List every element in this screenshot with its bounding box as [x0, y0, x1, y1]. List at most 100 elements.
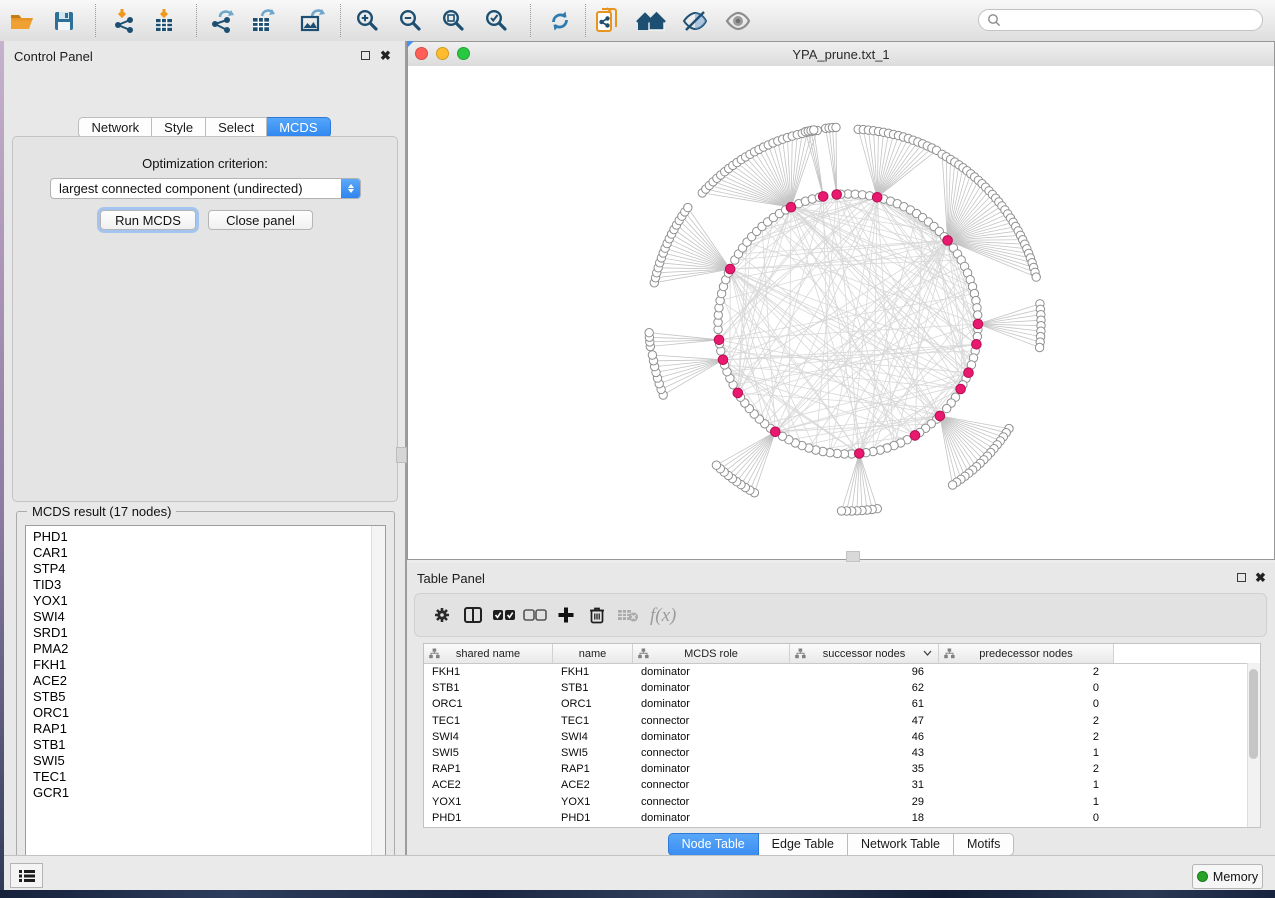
mcds-result-item[interactable]: PMA2 [26, 641, 385, 657]
export-image-button[interactable] [296, 5, 328, 36]
table-panel-close-button[interactable]: ✖ [1254, 571, 1267, 584]
mcds-result-item[interactable]: GCR1 [26, 785, 385, 801]
table-header-row: shared namenameMCDS rolesuccessor nodesp… [424, 644, 1260, 664]
task-list-icon [18, 869, 36, 883]
checked-boxes-icon [492, 608, 516, 622]
mcds-result-item[interactable]: STB5 [26, 689, 385, 705]
mcds-result-item[interactable]: SRD1 [26, 625, 385, 641]
open-session-button[interactable] [7, 5, 39, 36]
close-icon: ✖ [380, 50, 391, 61]
column-header-name[interactable]: name [553, 644, 633, 663]
table-row[interactable]: SWI4SWI4dominator462 [424, 729, 1260, 745]
control-panel-float-button[interactable] [359, 49, 372, 62]
table-row[interactable]: SWI5SWI5connector431 [424, 745, 1260, 761]
tab-edge-table[interactable]: Edge Table [759, 833, 848, 856]
show-panel-button[interactable] [722, 5, 754, 36]
zoom-in-button[interactable] [351, 5, 383, 36]
delete-table-icon [617, 607, 639, 623]
mcds-result-items: PHD1CAR1STP4TID3YOX1SWI4SRD1PMA2FKH1ACE2… [26, 526, 385, 801]
network-canvas[interactable] [408, 66, 1274, 559]
network-titlebar[interactable]: YPA_prune.txt_1 [408, 42, 1274, 67]
criterion-value: largest connected component (undirected) [51, 181, 341, 196]
tab-select[interactable]: Select [206, 117, 267, 138]
column-header-successor-nodes[interactable]: successor nodes [790, 644, 939, 663]
tab-node-table[interactable]: Node Table [668, 833, 759, 856]
network-document-button[interactable] [591, 5, 623, 36]
control-panel-title: Control Panel [14, 49, 93, 64]
memory-label: Memory [1213, 870, 1258, 884]
column-header-predecessor-nodes[interactable]: predecessor nodes [939, 644, 1114, 663]
mcds-result-item[interactable]: TEC1 [26, 769, 385, 785]
horizontal-splitter-handle[interactable] [846, 551, 860, 562]
table-panel-float-button[interactable] [1235, 571, 1248, 584]
close-panel-button[interactable]: Close panel [208, 210, 313, 230]
search-input[interactable] [978, 9, 1263, 31]
table-row[interactable]: YOX1YOX1connector291 [424, 794, 1260, 810]
import-table-button[interactable] [148, 5, 180, 36]
table-row[interactable]: ORC1ORC1dominator610 [424, 696, 1260, 712]
column-header-MCDS-role[interactable]: MCDS role [633, 644, 790, 663]
zoom-fit-button[interactable] [437, 5, 469, 36]
delete-table-button[interactable] [617, 604, 639, 626]
select-all-rows-button[interactable] [493, 604, 515, 626]
table-row[interactable]: RAP1RAP1dominator352 [424, 761, 1260, 777]
mcds-result-item[interactable]: STB1 [26, 737, 385, 753]
mcds-result-item[interactable]: CAR1 [26, 545, 385, 561]
mcds-result-item[interactable]: PHD1 [26, 529, 385, 545]
mcds-result-item[interactable]: RAP1 [26, 721, 385, 737]
table-row[interactable]: PHD1PHD1dominator180 [424, 810, 1260, 826]
network-node [943, 404, 951, 412]
mcds-result-list[interactable]: PHD1CAR1STP4TID3YOX1SWI4SRD1PMA2FKH1ACE2… [25, 525, 386, 877]
mcds-result-item[interactable]: FKH1 [26, 657, 385, 673]
tab-style[interactable]: Style [152, 117, 206, 138]
home-button[interactable] [635, 5, 667, 36]
column-header-shared-name[interactable]: shared name [424, 644, 553, 663]
memory-button[interactable]: Memory [1192, 864, 1263, 889]
scrollbar-thumb[interactable] [1249, 669, 1258, 759]
add-column-button[interactable] [555, 604, 577, 626]
mcds-list-scrollbar[interactable] [371, 526, 385, 876]
tab-network[interactable]: Network [78, 117, 152, 138]
tab-motifs[interactable]: Motifs [954, 833, 1014, 856]
mcds-result-item[interactable]: SWI5 [26, 753, 385, 769]
deselect-all-rows-button[interactable] [524, 604, 546, 626]
cell-shared-name: FKH1 [424, 666, 553, 678]
mcds-result-item[interactable]: TID3 [26, 577, 385, 593]
mcds-result-item[interactable]: YOX1 [26, 593, 385, 609]
table-row[interactable]: FKH1FKH1dominator962 [424, 664, 1260, 680]
settings-button[interactable] [431, 604, 453, 626]
table-row[interactable]: TEC1TEC1connector472 [424, 713, 1260, 729]
table-scrollbar[interactable] [1247, 663, 1260, 827]
hide-panel-button[interactable] [679, 5, 711, 36]
network-node [837, 507, 845, 515]
mcds-result-item[interactable]: ACE2 [26, 673, 385, 689]
control-panel-close-button[interactable]: ✖ [379, 49, 392, 62]
network-graph[interactable] [408, 66, 1274, 559]
save-session-button[interactable] [48, 5, 80, 36]
column-chooser-button[interactable] [462, 604, 484, 626]
run-mcds-button[interactable]: Run MCDS [100, 210, 196, 230]
apply-function-button[interactable]: f(x) [648, 604, 682, 626]
cell-MCDS-role: dominator [633, 698, 790, 710]
export-network-button[interactable] [207, 5, 239, 36]
mcds-result-item[interactable]: STP4 [26, 561, 385, 577]
task-history-button[interactable] [10, 863, 43, 888]
mcds-result-item[interactable]: SWI4 [26, 609, 385, 625]
import-network-icon [112, 8, 138, 34]
criterion-dropdown[interactable]: largest connected component (undirected) [50, 178, 361, 199]
import-network-button[interactable] [109, 5, 141, 36]
trash-icon [589, 606, 605, 624]
table-row[interactable]: STB1STB1dominator620 [424, 680, 1260, 696]
cell-predecessor-nodes: 2 [939, 715, 1114, 727]
refresh-layout-button[interactable] [544, 5, 576, 36]
close-icon: ✖ [1255, 572, 1266, 583]
export-table-button[interactable] [247, 5, 279, 36]
zoom-selected-button[interactable] [480, 5, 512, 36]
mcds-result-item[interactable]: ORC1 [26, 705, 385, 721]
table-row[interactable]: ACE2ACE2connector311 [424, 777, 1260, 793]
tab-mcds[interactable]: MCDS [267, 117, 330, 138]
zoom-out-button[interactable] [394, 5, 426, 36]
vertical-splitter-handle[interactable] [396, 447, 407, 463]
tab-network-table[interactable]: Network Table [848, 833, 954, 856]
delete-column-button[interactable] [586, 604, 608, 626]
